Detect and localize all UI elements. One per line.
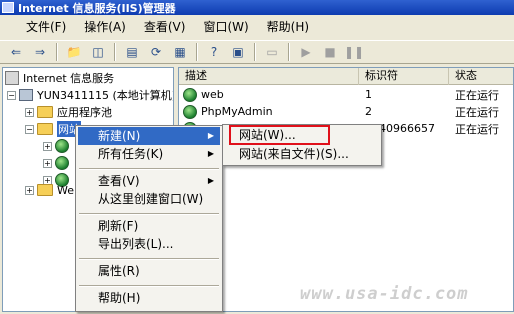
submenu-item-website-from-file[interactable]: 网站(来自文件)(S)... <box>225 145 379 163</box>
expand-icon[interactable]: + <box>25 185 34 195</box>
menu-view[interactable]: 查看(V) <box>135 17 195 37</box>
site-name-cell: PhpMyAdmin <box>179 104 359 119</box>
tree-computer[interactable]: − YUN3411115 (本地计算机) <box>7 86 174 104</box>
menu-item-new-label: 新建(N) <box>98 129 141 143</box>
iis-app-icon <box>2 2 14 13</box>
window-title: Internet 信息服务(IIS)管理器 <box>18 1 176 15</box>
folder-icon <box>37 106 53 118</box>
help-icon[interactable]: ? <box>204 43 224 61</box>
column-header-identifier[interactable]: 标识符 <box>359 68 449 85</box>
menu-separator <box>79 213 219 215</box>
menu-window[interactable]: 窗口(W) <box>194 17 257 37</box>
properties-icon[interactable]: ▤ <box>122 43 142 61</box>
pause-icon[interactable]: ❚❚ <box>344 43 364 61</box>
tree-root[interactable]: Internet 信息服务 <box>5 69 114 87</box>
forward-icon[interactable]: ⇒ <box>30 43 50 61</box>
table-row[interactable]: PhpMyAdmin 2 正在运行 <box>179 103 513 120</box>
menu-item-all-tasks-label: 所有任务(K) <box>98 147 164 161</box>
toolbar: ⇐ ⇒ 📁 ◫ ▤ ⟳ ▦ ? ▣ ▭ ▶ ■ ❚❚ <box>0 40 514 64</box>
tree-app-pools[interactable]: + 应用程序池 <box>25 103 112 121</box>
submenu-arrow-icon: ▶ <box>207 131 214 140</box>
tree-site-node[interactable]: + <box>43 137 73 155</box>
stop-icon[interactable]: ■ <box>320 43 340 61</box>
site-status: 正在运行 <box>455 122 499 136</box>
tree-site-node[interactable]: + <box>43 154 73 172</box>
submenu-arrow-icon: ▶ <box>207 149 214 158</box>
collapse-icon[interactable]: − <box>7 90 16 100</box>
column-header-status[interactable]: 状态 <box>449 68 513 85</box>
toolbar-separator <box>56 43 58 61</box>
submenu-arrow-icon: ▶ <box>207 176 214 185</box>
menu-item-refresh-label: 刷新(F) <box>98 219 139 233</box>
tree-web-ext[interactable]: + Web <box>25 181 81 199</box>
menu-separator <box>79 168 219 170</box>
watermark: www.usa-idc.com <box>300 284 469 304</box>
menu-item-properties[interactable]: 属性(R) <box>78 262 220 280</box>
menu-action[interactable]: 操作(A) <box>75 17 135 37</box>
submenu-item-website-from-file-label: 网站(来自文件)(S)... <box>239 147 349 161</box>
website-globe-icon <box>183 104 197 119</box>
toolbar-separator <box>288 43 290 61</box>
expand-icon[interactable]: + <box>25 107 34 117</box>
export-icon[interactable]: ▦ <box>170 43 190 61</box>
list-pane: 描述 标识符 状态 web 1 正在运行 PhpMyAdmin 2 正在运行 1… <box>178 67 514 312</box>
refresh-icon[interactable]: ⟳ <box>146 43 166 61</box>
menu-item-export-label: 导出列表(L)... <box>98 237 174 251</box>
site-status: 正在运行 <box>455 88 499 102</box>
play-icon[interactable]: ▶ <box>296 43 316 61</box>
annotation-highlight-box <box>229 125 330 145</box>
menu-separator <box>79 258 219 260</box>
console-icon[interactable]: ▣ <box>228 43 248 61</box>
back-icon[interactable]: ⇐ <box>6 43 26 61</box>
menu-item-all-tasks[interactable]: 所有任务(K) ▶ <box>78 145 220 163</box>
menu-item-help-label: 帮助(H) <box>98 291 141 305</box>
site-name: PhpMyAdmin <box>201 105 273 118</box>
show-tree-icon[interactable]: ◫ <box>88 43 108 61</box>
menu-file[interactable]: 文件(F) <box>4 17 75 37</box>
website-globe-icon <box>55 139 69 153</box>
menu-item-new-window[interactable]: 从这里创建窗口(W) <box>78 190 220 208</box>
table-row[interactable]: web 1 正在运行 <box>179 86 513 103</box>
menu-item-view-label: 查看(V) <box>98 174 140 188</box>
computer-icon[interactable]: ▭ <box>262 43 282 61</box>
site-id: 1 <box>365 88 372 101</box>
toolbar-separator <box>254 43 256 61</box>
folder-icon <box>37 184 53 196</box>
up-folder-icon[interactable]: 📁 <box>64 43 84 61</box>
list-header: 描述 标识符 状态 <box>179 68 513 85</box>
iis-icon <box>5 71 19 85</box>
site-name: web <box>201 88 224 101</box>
tree-app-pools-label: 应用程序池 <box>57 106 112 119</box>
menu-item-help[interactable]: 帮助(H) <box>78 289 220 307</box>
website-globe-icon <box>55 156 69 170</box>
menu-item-new[interactable]: 新建(N) ▶ <box>78 127 220 145</box>
website-globe-icon <box>183 87 197 102</box>
tree-root-label: Internet 信息服务 <box>23 72 115 85</box>
menu-item-export[interactable]: 导出列表(L)... <box>78 235 220 253</box>
menu-item-properties-label: 属性(R) <box>98 264 140 278</box>
menu-item-refresh[interactable]: 刷新(F) <box>78 217 220 235</box>
menu-item-new-window-label: 从这里创建窗口(W) <box>98 192 204 206</box>
computer-icon <box>19 89 33 101</box>
folder-icon <box>37 123 53 135</box>
tree-websites[interactable]: − 网站 <box>25 120 81 138</box>
expand-icon[interactable]: + <box>43 141 52 151</box>
menu-item-view[interactable]: 查看(V) ▶ <box>78 172 220 190</box>
site-id: 2 <box>365 105 372 118</box>
expand-icon[interactable]: + <box>43 158 52 168</box>
column-header-description[interactable]: 描述 <box>179 68 359 85</box>
menu-help[interactable]: 帮助(H) <box>258 17 318 37</box>
site-name-cell: web <box>179 87 359 102</box>
title-bar: Internet 信息服务(IIS)管理器 <box>0 0 514 15</box>
tree-computer-label: YUN3411115 (本地计算机) <box>37 89 174 102</box>
toolbar-separator <box>114 43 116 61</box>
context-menu: 新建(N) ▶ 所有任务(K) ▶ 查看(V) ▶ 从这里创建窗口(W) 刷新(… <box>75 125 223 312</box>
site-status: 正在运行 <box>455 105 499 119</box>
collapse-icon[interactable]: − <box>25 124 34 134</box>
menu-separator <box>79 285 219 287</box>
menu-bar: 文件(F) 操作(A) 查看(V) 窗口(W) 帮助(H) <box>0 16 514 38</box>
toolbar-separator <box>196 43 198 61</box>
